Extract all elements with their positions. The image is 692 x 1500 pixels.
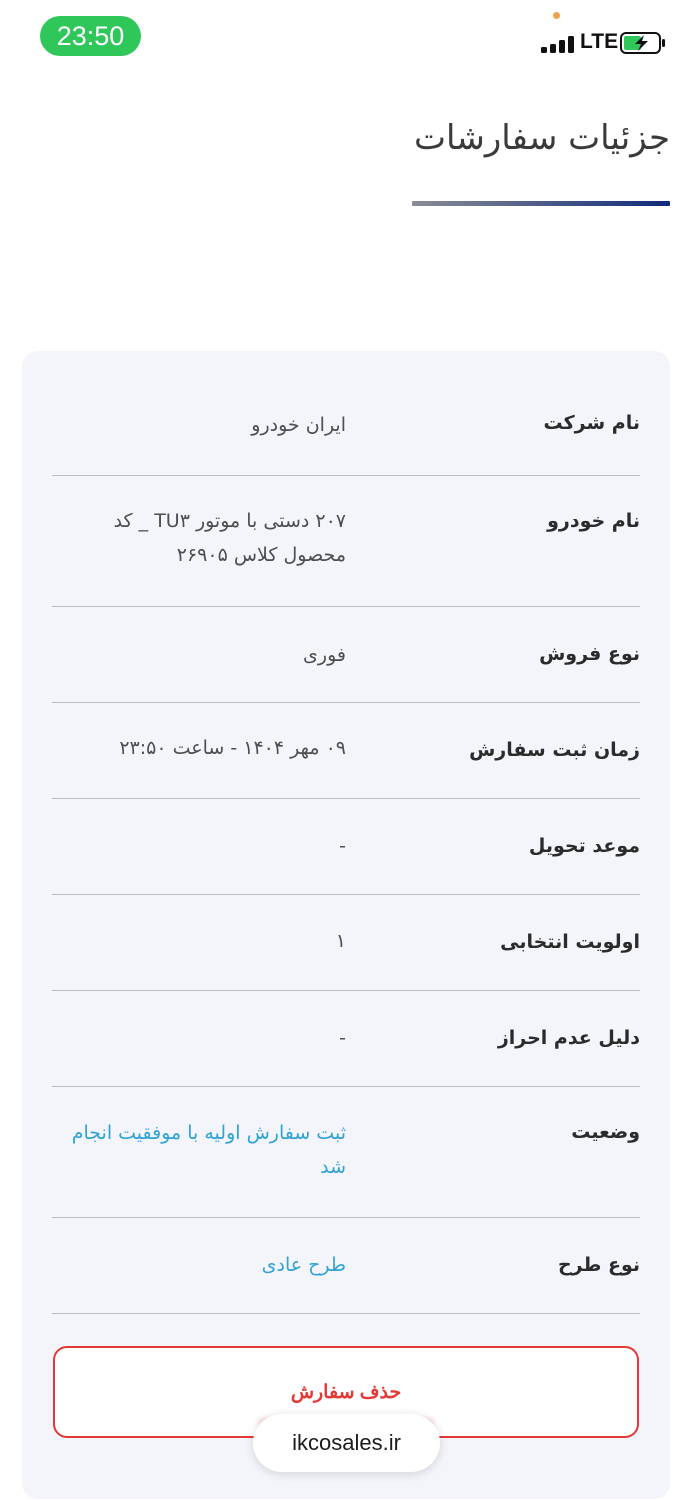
detail-label: موعد تحویل: [528, 835, 640, 857]
cellular-signal-icon: [541, 35, 575, 53]
detail-value: ایران خودرو: [251, 414, 346, 436]
order-status-value: ثبت سفارش اولیه با موفقیت انجام شد: [71, 1122, 346, 1178]
detail-row-plan-type: نوع طرح طرح عادی: [52, 1218, 640, 1314]
detail-row-priority: اولویت انتخابی ۱: [52, 895, 640, 991]
detail-value: ۲۰۷ دستی با موتور TU۳ _ کد محصول کلاس ۲۶…: [113, 510, 346, 566]
detail-value: -: [339, 835, 346, 857]
privacy-indicator-dot: [553, 12, 560, 19]
status-bar: 23:50 LTE: [0, 0, 692, 80]
detail-label: دلیل عدم احراز: [497, 1027, 640, 1049]
detail-value: ۰۹ مهر ۱۴۰۴ - ساعت ۲۳:۵۰: [119, 737, 346, 759]
status-time: 23:50: [40, 16, 141, 56]
battery-charging-icon: [620, 32, 665, 54]
detail-label: نام خودرو: [547, 510, 640, 532]
detail-label: نوع فروش: [539, 643, 640, 665]
page-title: جزئیات سفارشات: [414, 118, 670, 158]
detail-row-order-time: زمان ثبت سفارش ۰۹ مهر ۱۴۰۴ - ساعت ۲۳:۵۰: [52, 703, 640, 799]
detail-row-car-name: نام خودرو ۲۰۷ دستی با موتور TU۳ _ کد محص…: [52, 476, 640, 607]
title-underline: [412, 201, 670, 206]
detail-value: -: [339, 1027, 346, 1049]
network-type: LTE: [580, 30, 619, 53]
detail-value: ۱: [335, 930, 346, 952]
browser-url-bar[interactable]: ikcosales.ir: [253, 1414, 440, 1472]
detail-row-delivery-date: موعد تحویل -: [52, 799, 640, 895]
detail-row-sale-type: نوع فروش فوری: [52, 607, 640, 703]
detail-row-status: وضعیت ثبت سفارش اولیه با موفقیت انجام شد: [52, 1087, 640, 1218]
detail-label: زمان ثبت سفارش: [469, 739, 640, 761]
detail-row-rejection-reason: دلیل عدم احراز -: [52, 991, 640, 1087]
detail-label: اولویت انتخابی: [500, 931, 640, 953]
detail-row-company: نام شرکت ایران خودرو: [52, 390, 640, 476]
detail-value: فوری: [303, 644, 346, 666]
detail-label: نام شرکت: [543, 412, 640, 434]
plan-type-value: طرح عادی: [261, 1254, 346, 1276]
detail-label: نوع طرح: [557, 1254, 640, 1276]
detail-label: وضعیت: [571, 1121, 640, 1143]
